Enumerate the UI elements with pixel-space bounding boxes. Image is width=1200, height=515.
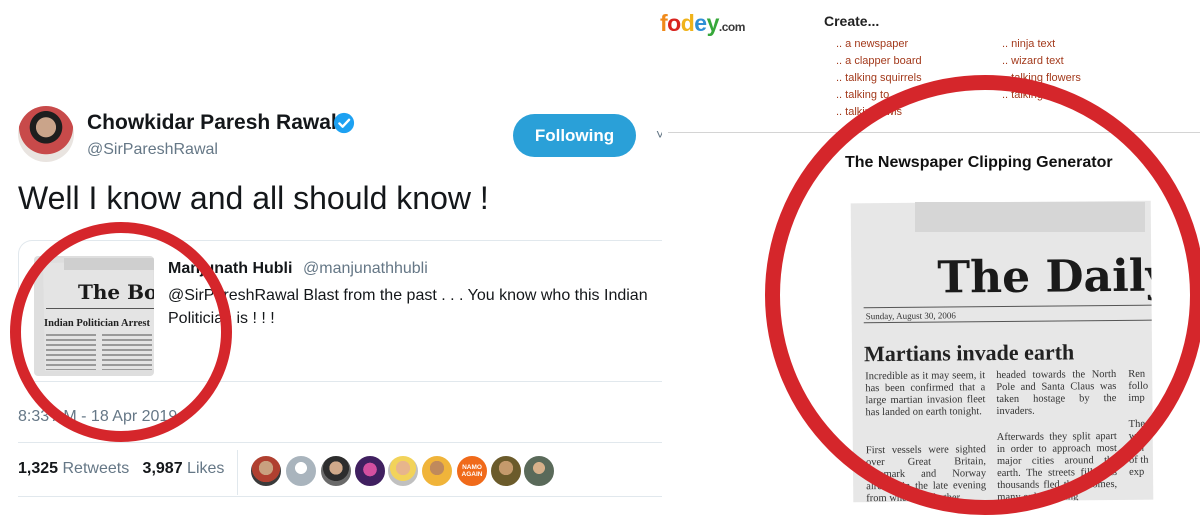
logo-suffix: .com xyxy=(718,20,746,34)
tweet-stats: 1,325 Retweets 3,987 Likes xyxy=(18,460,224,478)
red-annotation-circle xyxy=(765,75,1200,515)
retweets-label[interactable]: Retweets xyxy=(63,460,130,477)
divider xyxy=(18,442,662,443)
menu-link-clapper-board[interactable]: .. a clapper board xyxy=(836,55,922,67)
liker-avatar[interactable]: NAMO AGAIN xyxy=(456,455,488,487)
menu-link-talking-to[interactable]: .. talking to xyxy=(836,89,889,101)
likes-count[interactable]: 3,987 xyxy=(143,460,183,477)
menu-link-newspaper[interactable]: .. a newspaper xyxy=(836,38,908,50)
following-button[interactable]: Following xyxy=(513,114,636,157)
quoted-user-handle[interactable]: @manjunathhubli xyxy=(303,260,428,278)
divider xyxy=(18,496,662,497)
user-handle[interactable]: @SirPareshRawal xyxy=(87,141,218,159)
likes-label[interactable]: Likes xyxy=(187,460,224,477)
menu-link-talking-squirrels[interactable]: .. talking squirrels xyxy=(836,72,922,84)
liker-avatar[interactable] xyxy=(354,455,386,487)
liker-avatar[interactable] xyxy=(250,455,282,487)
red-annotation-circle xyxy=(10,222,232,442)
menu-link-ninja-text[interactable]: .. ninja text xyxy=(1002,38,1055,50)
stats-divider xyxy=(237,450,238,495)
liker-avatar[interactable] xyxy=(523,455,555,487)
menu-link-wizard-text[interactable]: .. wizard text xyxy=(1002,55,1064,67)
liker-avatar[interactable] xyxy=(320,455,352,487)
fodey-logo[interactable]: fodey.com xyxy=(660,10,745,37)
verified-badge-icon xyxy=(333,112,355,134)
liker-avatar[interactable] xyxy=(285,455,317,487)
liker-avatar[interactable] xyxy=(490,455,522,487)
liker-avatar[interactable] xyxy=(387,455,419,487)
create-heading: Create... xyxy=(824,13,880,29)
liker-avatar[interactable] xyxy=(421,455,453,487)
quoted-tweet-text: @SirPareshRawal Blast from the past . . … xyxy=(168,287,648,327)
avatar[interactable] xyxy=(18,106,74,162)
retweets-count[interactable]: 1,325 xyxy=(18,460,58,477)
tweet-text: Well I know and all should know ! xyxy=(18,180,489,216)
display-name[interactable]: Chowkidar Paresh Rawal xyxy=(87,111,337,135)
